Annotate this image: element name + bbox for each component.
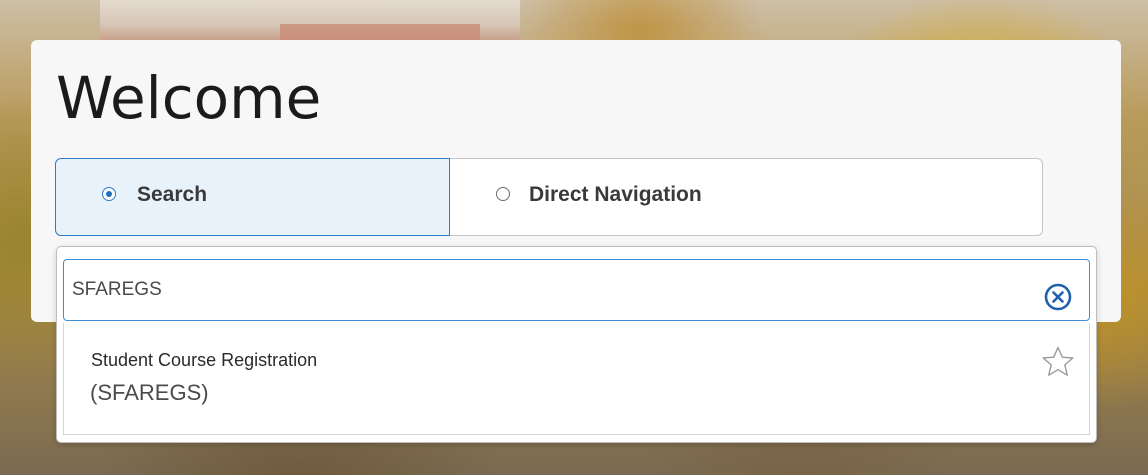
result-page-name: Student Course Registration xyxy=(91,350,318,370)
mode-selector: Search Direct Navigation xyxy=(55,158,1043,236)
clear-search-button[interactable] xyxy=(1043,282,1073,312)
search-input[interactable] xyxy=(72,270,972,310)
radio-selected-dot xyxy=(105,190,112,197)
direct-navigation-mode-label: Direct Navigation xyxy=(529,183,702,206)
search-input-wrapper xyxy=(63,259,1090,321)
circle-x-icon xyxy=(1044,283,1072,311)
search-results-list: Student Course Registration (SFAREGS) xyxy=(63,323,1090,435)
result-page-code: (SFAREGS) xyxy=(90,380,209,405)
direct-navigation-radio[interactable] xyxy=(496,187,510,201)
search-mode-label: Search xyxy=(137,183,208,206)
search-result-item[interactable]: Student Course Registration (SFAREGS) xyxy=(64,323,1089,433)
search-radio[interactable] xyxy=(102,187,116,201)
direct-navigation-mode-option[interactable]: Direct Navigation xyxy=(450,158,1043,236)
search-mode-option[interactable]: Search xyxy=(55,158,450,236)
favorite-button[interactable] xyxy=(1041,345,1075,379)
star-outline-icon xyxy=(1042,346,1074,376)
page-title: Welcome xyxy=(56,64,322,132)
search-panel: Student Course Registration (SFAREGS) xyxy=(56,246,1097,443)
background-building-stripe xyxy=(280,24,480,40)
